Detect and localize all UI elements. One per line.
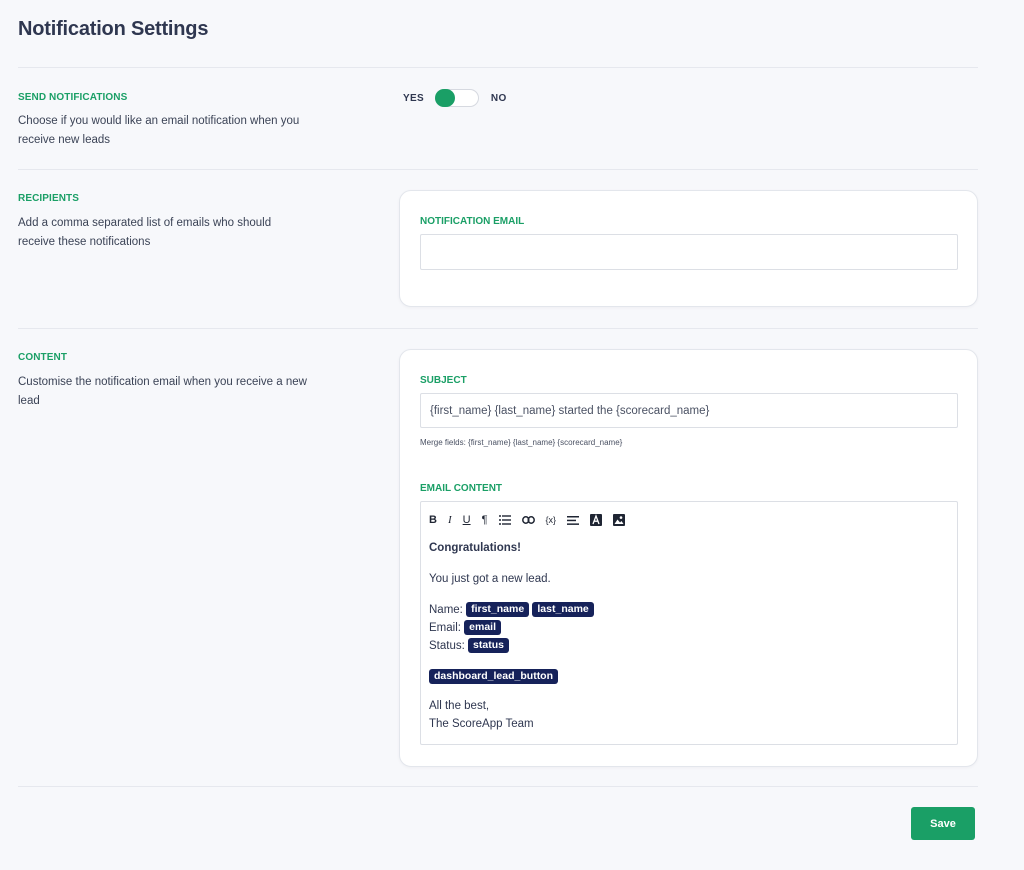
- underline-icon[interactable]: U: [463, 512, 471, 528]
- merge-fields-hint: Merge fields: {first_name} {last_name} {…: [420, 438, 623, 447]
- content-card: SUBJECT Merge fields: {first_name} {last…: [399, 349, 978, 767]
- divider: [18, 786, 978, 787]
- email-body: Congratulations! You just got a new lead…: [429, 539, 949, 733]
- intro-text: You just got a new lead.: [429, 573, 551, 585]
- save-button[interactable]: Save: [911, 807, 975, 840]
- button-line: dashboard_lead_button: [429, 668, 949, 686]
- editor-toolbar: B I U ¶ {x}: [429, 512, 636, 528]
- notifications-toggle[interactable]: [434, 89, 479, 107]
- status-label: Status:: [429, 640, 465, 652]
- send-notifications-label: SEND NOTIFICATIONS: [18, 92, 128, 103]
- notification-email-input[interactable]: [420, 234, 958, 270]
- list-icon[interactable]: [498, 512, 511, 528]
- recipients-description: Add a comma separated list of emails who…: [18, 217, 272, 248]
- divider: [18, 67, 978, 68]
- greeting-text: Congratulations!: [429, 542, 521, 554]
- divider: [18, 328, 978, 329]
- variable-icon[interactable]: {x}: [546, 512, 557, 528]
- text-color-icon[interactable]: [590, 512, 603, 528]
- status-line: Status: status: [429, 637, 949, 655]
- merge-tag-first-name: first_name: [466, 602, 530, 618]
- email-label: Email:: [429, 622, 461, 634]
- content-description: Customise the notification email when yo…: [18, 376, 307, 407]
- link-icon[interactable]: [521, 512, 535, 528]
- recipients-card: NOTIFICATION EMAIL: [399, 190, 978, 307]
- divider: [18, 169, 978, 170]
- align-icon[interactable]: [567, 512, 580, 528]
- name-line: Name: first_name last_name: [429, 601, 949, 619]
- email-line: Email: email: [429, 619, 949, 637]
- signoff-line-2: The ScoreApp Team: [429, 718, 534, 730]
- merge-tag-status: status: [468, 638, 509, 654]
- toggle-yes-label: YES: [403, 92, 424, 104]
- toggle-knob: [434, 89, 455, 107]
- content-label: CONTENT: [18, 352, 68, 363]
- italic-icon[interactable]: I: [448, 512, 452, 528]
- merge-tag-email: email: [464, 620, 502, 636]
- bold-icon[interactable]: B: [429, 512, 437, 528]
- paragraph-icon[interactable]: ¶: [482, 512, 488, 528]
- page-title: Notification Settings: [18, 18, 209, 40]
- recipients-label: RECIPIENTS: [18, 193, 80, 204]
- merge-tag-last-name: last_name: [532, 602, 594, 618]
- name-label: Name:: [429, 604, 463, 616]
- email-content-editor[interactable]: B I U ¶ {x} Congratulations! You just go…: [420, 501, 958, 745]
- notifications-toggle-row: YES NO: [403, 88, 507, 108]
- email-content-label: EMAIL CONTENT: [420, 483, 503, 494]
- signoff-line-1: All the best,: [429, 700, 490, 712]
- image-icon[interactable]: [613, 512, 626, 528]
- send-notifications-description: Choose if you would like an email notifi…: [18, 115, 300, 146]
- toggle-no-label: NO: [490, 92, 507, 104]
- subject-input[interactable]: [420, 393, 958, 428]
- subject-label: SUBJECT: [420, 375, 467, 386]
- merge-tag-dashboard-lead-button: dashboard_lead_button: [429, 669, 559, 685]
- notification-email-label: NOTIFICATION EMAIL: [420, 216, 525, 227]
